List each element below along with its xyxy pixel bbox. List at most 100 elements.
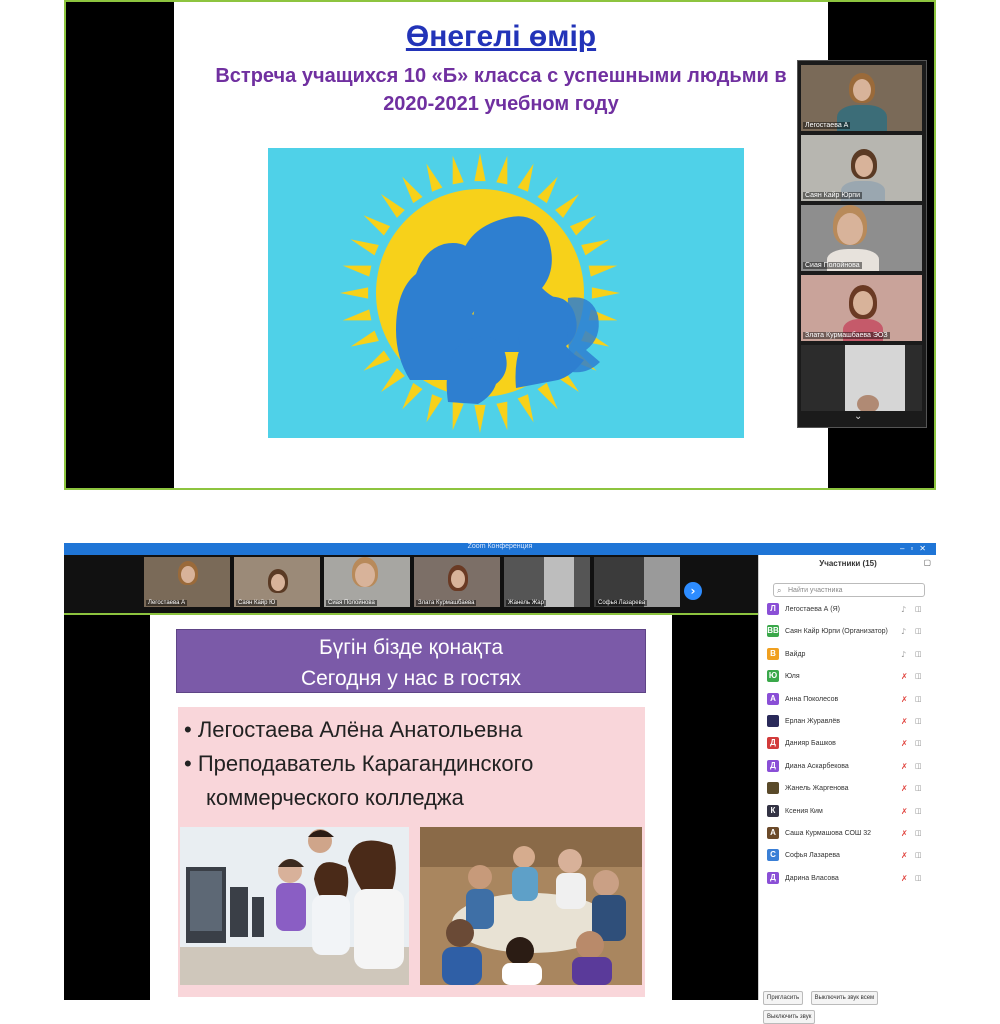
- participant-name: Ксения Ким: [785, 807, 823, 815]
- participant-name: Софья Лазарева: [596, 600, 648, 606]
- microphone-icon[interactable]: ✗: [901, 850, 908, 861]
- bullet-guest-role: • Преподаватель Карагандинского коммерче…: [184, 751, 534, 810]
- microphone-icon[interactable]: ♪: [901, 626, 906, 637]
- video-tile[interactable]: Легостаева А: [801, 65, 922, 131]
- participant-name: Дарина Власова: [785, 874, 839, 882]
- camera-icon[interactable]: ◫: [915, 649, 922, 660]
- students-group-study-photo: [420, 827, 642, 985]
- camera-icon[interactable]: ◫: [915, 671, 922, 682]
- participant-name: Жанель Жар: [506, 600, 546, 606]
- video-gallery-panel[interactable]: Легостаева А Саян Кайр Юрпи Сиая Полойно…: [797, 60, 927, 428]
- participant-row[interactable]: Ерлан Журавлёв ✗ ◫: [767, 713, 933, 731]
- participant-row[interactable]: Жанель Жаргенова ✗ ◫: [767, 780, 933, 798]
- participant-row[interactable]: Д Диана Аскарбекова ✗ ◫: [767, 758, 933, 776]
- camera-icon[interactable]: ◫: [915, 873, 922, 884]
- mute-all-button[interactable]: Выключить звук всем: [810, 991, 879, 1005]
- slide-subtitle: Встреча учащихся 10 «Б» класса с успешны…: [215, 65, 787, 115]
- search-icon: ⌕: [777, 586, 782, 595]
- camera-icon[interactable]: ◫: [915, 716, 922, 727]
- window-controls[interactable]: –▫✕: [900, 544, 932, 553]
- participant-name: Юля: [785, 673, 800, 681]
- microphone-icon[interactable]: ✗: [901, 806, 908, 817]
- video-thumbnail[interactable]: Софья Лазарева: [594, 557, 680, 607]
- participant-row[interactable]: ВВ Саян Кайр Юрпи (Организатор) ♪ ◫: [767, 623, 933, 641]
- presentation-slide: Өнегелі өмір Встреча учащихся 10 «Б» кла…: [174, 2, 828, 488]
- camera-icon[interactable]: ◫: [915, 828, 922, 839]
- participant-name: Данияр Башков: [785, 740, 836, 748]
- video-thumbnail-strip: Легостаева А Саян Кайр Ю Сиая Полойнова …: [64, 555, 758, 615]
- participant-row[interactable]: В Вайдр ♪ ◫: [767, 646, 933, 664]
- participant-row[interactable]: Д Дарина Власова ✗ ◫: [767, 870, 933, 888]
- video-thumbnail[interactable]: Злата Курмашбаева: [414, 557, 500, 607]
- video-tile[interactable]: [801, 345, 922, 411]
- camera-icon[interactable]: ◫: [915, 783, 922, 794]
- participant-row[interactable]: К Ксения Ким ✗ ◫: [767, 803, 933, 821]
- camera-icon[interactable]: ◫: [915, 738, 922, 749]
- participant-name: Саян Кайр Юрпи: [803, 192, 863, 199]
- video-thumbnail[interactable]: Сиая Полойнова: [324, 557, 410, 607]
- microphone-icon[interactable]: ✗: [901, 738, 908, 749]
- participant-name: Саян Кайр Ю: [236, 600, 278, 606]
- avatar: А: [767, 692, 779, 705]
- screenshot-bottom: Zoom Конференция –▫✕ Легостаева А Саян К…: [64, 543, 937, 1024]
- participant-row[interactable]: Д Данияр Башков ✗ ◫: [767, 735, 933, 753]
- participant-row[interactable]: А Саша Курмашова СОШ 32 ✗ ◫: [767, 825, 933, 843]
- avatar: С: [767, 849, 779, 862]
- camera-icon[interactable]: ◫: [915, 850, 922, 861]
- slide-content-box: • Легостаева Алёна Анатольевна • Препода…: [178, 707, 645, 997]
- participant-name: Легостаева А: [146, 600, 188, 606]
- video-thumbnail[interactable]: Жанель Жар: [504, 557, 590, 607]
- participant-name: Вайдр: [785, 650, 806, 658]
- banner-line-russian: Сегодня у нас в гостях: [300, 667, 522, 690]
- camera-icon[interactable]: ◫: [915, 626, 922, 637]
- microphone-icon[interactable]: ✗: [901, 828, 908, 839]
- screenshot-top: Өнегелі өмір Встреча учащихся 10 «Б» кла…: [64, 0, 936, 490]
- avatar: К: [767, 804, 779, 817]
- participant-name: Жанель Жаргенова: [785, 785, 849, 793]
- emblem-graphic: [340, 153, 620, 433]
- panel-minimize-icon[interactable]: ▢: [923, 558, 931, 567]
- chevron-down-icon[interactable]: ⌄: [854, 411, 862, 422]
- microphone-icon[interactable]: ✗: [901, 694, 908, 705]
- video-tile[interactable]: Сиая Полойнова: [801, 205, 922, 271]
- avatar: [767, 715, 779, 727]
- participant-name: Саян Кайр Юрпи (Организатор): [785, 628, 888, 636]
- participant-row[interactable]: Ю Юля ✗ ◫: [767, 668, 933, 686]
- avatar: Д: [767, 759, 779, 772]
- bullet-list: • Легостаева Алёна Анатольевна • Препода…: [184, 713, 639, 815]
- video-thumbnail[interactable]: Саян Кайр Ю: [234, 557, 320, 607]
- microphone-icon[interactable]: ✗: [901, 671, 908, 682]
- participant-row[interactable]: А Анна Поколесов ✗ ◫: [767, 691, 933, 709]
- window-title: Zoom Конференция: [467, 543, 533, 550]
- video-tile[interactable]: Саян Кайр Юрпи: [801, 135, 922, 201]
- participants-panel: Участники (15) ▢ ⌕ Найти участника Л Лего…: [758, 555, 937, 1024]
- microphone-icon[interactable]: ♪: [901, 604, 906, 615]
- video-tile[interactable]: Злата Курмашбаева ЭОЗ: [801, 275, 922, 341]
- participant-row[interactable]: С Софья Лазарева ✗ ◫: [767, 847, 933, 865]
- next-page-button[interactable]: ›: [684, 582, 702, 600]
- camera-icon[interactable]: ◫: [915, 761, 922, 772]
- avatar: Л: [767, 603, 779, 615]
- camera-icon[interactable]: ◫: [915, 806, 922, 817]
- microphone-icon[interactable]: ✗: [901, 873, 908, 884]
- participant-row[interactable]: Л Легостаева А (Я) ♪ ◫: [767, 601, 933, 619]
- microphone-icon[interactable]: ✗: [901, 783, 908, 794]
- camera-icon[interactable]: ◫: [915, 604, 922, 615]
- video-thumbnail[interactable]: Легостаева А: [144, 557, 230, 607]
- participant-name: Софья Лазарева: [785, 852, 840, 860]
- search-placeholder: Найти участника: [788, 587, 843, 594]
- microphone-icon[interactable]: ♪: [901, 649, 906, 660]
- participant-search-input[interactable]: ⌕ Найти участника: [773, 583, 925, 597]
- microphone-icon[interactable]: ✗: [901, 716, 908, 727]
- microphone-icon[interactable]: ✗: [901, 761, 908, 772]
- participant-name: Сиая Полойнова: [803, 262, 862, 269]
- avatar: Д: [767, 871, 779, 884]
- avatar: В: [767, 647, 779, 660]
- camera-icon[interactable]: ◫: [915, 694, 922, 705]
- students-computers-photo: [180, 827, 409, 985]
- participants-header: Участники (15): [819, 559, 877, 568]
- participant-name: Анна Поколесов: [785, 695, 839, 703]
- bullet-guest-name: • Легостаева Алёна Анатольевна: [184, 717, 523, 742]
- mute-button[interactable]: Выключить звук: [763, 1010, 816, 1024]
- invite-button[interactable]: Пригласить: [763, 991, 804, 1005]
